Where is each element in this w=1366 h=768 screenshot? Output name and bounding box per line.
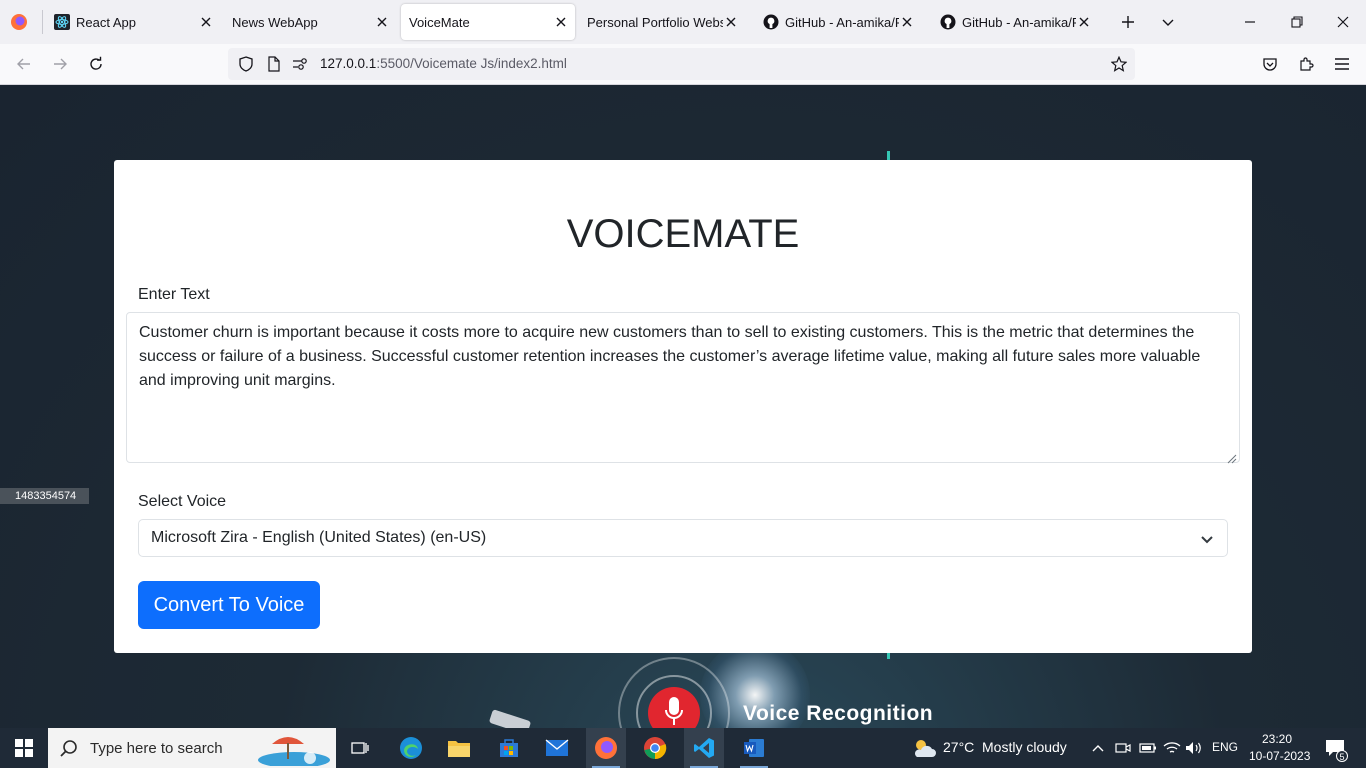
tab-title: VoiceMate <box>409 14 470 30</box>
browser-tab-strip: React App News WebApp VoiceMate Personal… <box>0 0 1366 44</box>
shield-icon[interactable] <box>238 56 254 72</box>
close-icon[interactable] <box>723 14 739 30</box>
voice-recognition-text: Voice Recognition <box>743 702 934 725</box>
url-host: 127.0.0.1 <box>320 56 377 71</box>
voicemate-card: VOICEMATE Enter Text Customer churn is i… <box>114 160 1252 653</box>
url-bar[interactable]: 127.0.0.1:5500/Voicemate Js/index2.html <box>228 48 1135 80</box>
close-icon[interactable] <box>1076 14 1092 30</box>
windows-start-icon[interactable] <box>0 728 48 768</box>
wifi-icon[interactable] <box>1162 728 1182 768</box>
text-input-value: Customer churn is important because it c… <box>139 324 1201 389</box>
firefox-menu-icon[interactable] <box>6 10 32 34</box>
tab-github-1[interactable]: GitHub - An-amika/Fa <box>757 4 921 40</box>
mail-icon[interactable] <box>538 728 576 768</box>
chevron-up-icon[interactable] <box>1090 728 1106 768</box>
windows-taskbar: Type here to search 27°C Mostly cloudy E… <box>0 728 1366 768</box>
list-tabs-chevron-down-icon[interactable] <box>1156 10 1180 34</box>
tab-portfolio[interactable]: Personal Portfolio Website <box>580 4 745 40</box>
close-icon[interactable] <box>899 14 915 30</box>
taskbar-search-box[interactable]: Type here to search <box>48 728 336 768</box>
meet-now-icon[interactable] <box>1114 728 1132 768</box>
close-icon[interactable] <box>198 14 214 30</box>
tab-news-webapp[interactable]: News WebApp <box>226 4 396 40</box>
search-highlight-image-icon <box>252 730 332 766</box>
pocket-icon[interactable] <box>1258 52 1282 76</box>
text-input[interactable]: Customer churn is important because it c… <box>126 312 1240 464</box>
search-placeholder: Type here to search <box>90 739 223 757</box>
tab-react-app[interactable]: React App <box>48 4 220 40</box>
tab-separator <box>42 10 43 34</box>
file-explorer-icon[interactable] <box>440 728 478 768</box>
react-icon <box>54 14 70 30</box>
tab-voicemate[interactable]: VoiceMate <box>401 4 575 40</box>
reload-icon[interactable] <box>84 52 108 76</box>
id-label: 1483354574 <box>0 488 89 504</box>
word-icon[interactable] <box>734 728 774 768</box>
github-icon <box>940 14 956 30</box>
page-background: 1483354574 Voice Recognition VOICEMATE E… <box>0 85 1366 728</box>
tab-title: GitHub - An-amika/Fa <box>962 14 1076 30</box>
close-icon[interactable] <box>374 14 390 30</box>
tab-title: GitHub - An-amika/Fa <box>785 14 899 30</box>
page-icon[interactable] <box>266 56 282 72</box>
battery-icon[interactable] <box>1138 728 1158 768</box>
select-voice-label: Select Voice <box>138 493 227 510</box>
language-indicator[interactable]: ENG <box>1212 740 1238 754</box>
decorative-shape <box>488 709 532 728</box>
clock-time[interactable]: 23:20 <box>1262 732 1292 746</box>
search-icon <box>60 739 78 757</box>
close-window-icon[interactable] <box>1329 8 1357 36</box>
microsoft-store-icon[interactable] <box>490 728 528 768</box>
edge-icon[interactable] <box>392 728 430 768</box>
resize-grip-icon[interactable] <box>1225 448 1237 464</box>
bookmark-star-icon[interactable] <box>1111 56 1127 72</box>
notification-count: 5 <box>1336 750 1348 762</box>
voice-select-value: Microsoft Zira - English (United States)… <box>151 529 487 546</box>
tab-title: React App <box>76 14 136 30</box>
back-arrow-icon[interactable] <box>12 52 36 76</box>
extensions-icon[interactable] <box>1294 52 1318 76</box>
notifications-icon[interactable]: 5 <box>1320 728 1350 768</box>
tab-title: Personal Portfolio Website <box>587 14 723 30</box>
new-tab-plus-icon[interactable] <box>1116 10 1140 34</box>
convert-to-voice-button[interactable]: Convert To Voice <box>138 581 320 629</box>
url-path: :5500/Voicemate Js/index2.html <box>376 56 567 71</box>
weather-cloudy-icon[interactable] <box>908 728 940 768</box>
clock-date[interactable]: 10-07-2023 <box>1249 749 1310 763</box>
chevron-down-icon <box>1199 531 1215 547</box>
hamburger-menu-icon[interactable] <box>1330 52 1354 76</box>
close-icon[interactable] <box>553 14 569 30</box>
restore-icon[interactable] <box>1283 8 1311 36</box>
chrome-icon[interactable] <box>636 728 674 768</box>
vscode-icon[interactable] <box>684 728 724 768</box>
browser-nav-bar: 127.0.0.1:5500/Voicemate Js/index2.html <box>0 44 1366 85</box>
weather-temperature[interactable]: 27°C <box>943 739 974 755</box>
weather-description[interactable]: Mostly cloudy <box>982 739 1067 755</box>
minimize-icon[interactable] <box>1236 8 1264 36</box>
firefox-taskbar-icon[interactable] <box>586 728 626 768</box>
task-view-icon[interactable] <box>342 728 378 768</box>
url-text[interactable]: 127.0.0.1:5500/Voicemate Js/index2.html <box>320 56 567 71</box>
github-icon <box>763 14 779 30</box>
voice-select[interactable]: Microsoft Zira - English (United States)… <box>138 519 1228 557</box>
tab-title: News WebApp <box>232 14 318 30</box>
tab-github-2[interactable]: GitHub - An-amika/Fa <box>934 4 1098 40</box>
page-title: VOICEMATE <box>566 212 800 256</box>
volume-icon[interactable] <box>1184 728 1204 768</box>
enter-text-label: Enter Text <box>138 286 210 303</box>
permissions-icon[interactable] <box>292 56 308 72</box>
forward-arrow-icon[interactable] <box>48 52 72 76</box>
